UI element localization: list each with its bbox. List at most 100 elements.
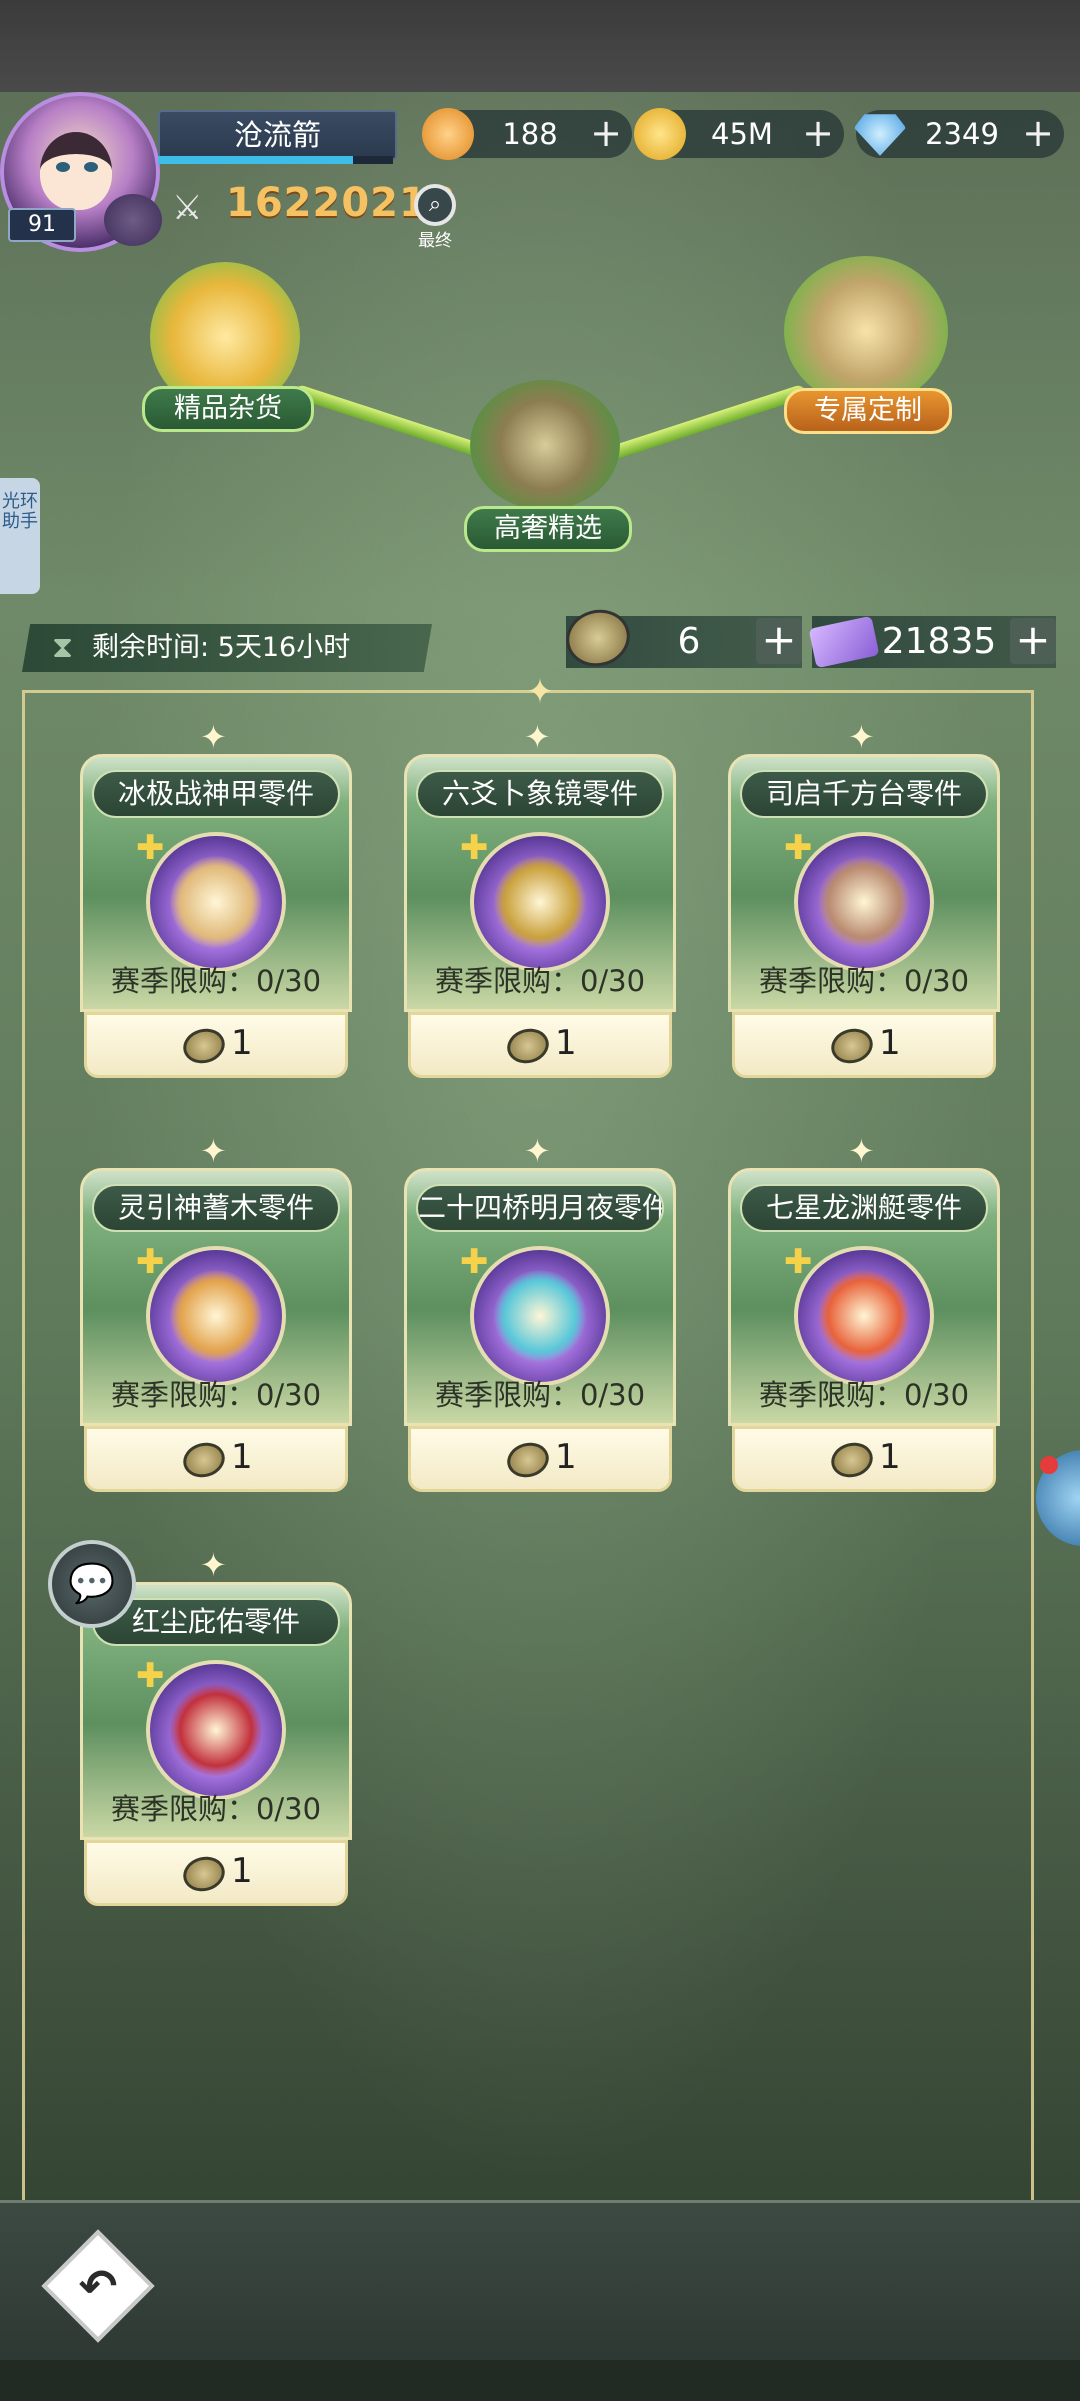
chat-button[interactable]: 💬 (48, 1540, 136, 1628)
notification-dot (1040, 1456, 1058, 1474)
buy-button[interactable]: 1 (732, 1426, 996, 1492)
puzzle-piece-icon: ✚ (460, 1242, 489, 1282)
medal-coin-icon (179, 1438, 229, 1482)
category-label: 精品杂货 (142, 386, 314, 432)
remaining-time-text: 剩余时间: 5天16小时 (92, 632, 351, 663)
shop-coin-value: 6 (677, 621, 701, 662)
back-arrow-icon: ↶ (78, 2259, 118, 2313)
shop-item-card[interactable]: ✦ 六爻卜象镜零件 ✚ 赛季限购：0/30 1 (404, 718, 676, 1092)
shop-ticket-value: 21835 (881, 621, 997, 662)
sparkle-icon: ✦ (524, 1132, 551, 1170)
puzzle-piece-icon: ✚ (136, 1242, 165, 1282)
shop-item-card[interactable]: ✦ 司启千方台零件 ✚ 赛季限购：0/30 1 (728, 718, 1000, 1092)
puzzle-piece-icon: ✚ (460, 828, 489, 868)
bottom-bar (0, 2200, 1080, 2363)
currency-value: 2349 (925, 117, 999, 151)
item-icon (146, 1660, 286, 1800)
purchase-limit: 赛季限购：0/30 (110, 964, 322, 998)
buy-button[interactable]: 1 (408, 1012, 672, 1078)
shop-item-card[interactable]: ✦ 红尘庇佑零件 ✚ 赛季限购：0/30 1 (80, 1546, 352, 1920)
item-icon (470, 1246, 610, 1386)
item-name: 六爻卜象镜零件 (416, 770, 664, 818)
add-diamond-button[interactable]: + (1020, 114, 1056, 152)
item-art-icon (818, 1270, 910, 1362)
medal-coin-icon (559, 602, 637, 674)
side-helper-tab[interactable]: 光环助手 (0, 478, 40, 594)
exp-bar-fill (158, 156, 354, 164)
navigation-strip (0, 2360, 1080, 2401)
star-coin-icon (470, 380, 620, 510)
armor-icon (784, 256, 948, 406)
sparkle-icon: ✦ (200, 718, 227, 756)
status-bar (0, 0, 1080, 92)
item-name: 灵引神蓍木零件 (92, 1184, 340, 1232)
shop-item-card[interactable]: ✦ 冰极战神甲零件 ✚ 赛季限购：0/30 1 (80, 718, 352, 1092)
add-orange-button[interactable]: + (588, 114, 624, 152)
shop-coin-counter: 6 + (559, 602, 802, 674)
final-search-button[interactable]: ⌕ 最终 (410, 184, 460, 251)
item-price: 1 (879, 1437, 901, 1477)
item-name: 司启千方台零件 (740, 770, 988, 818)
puzzle-piece-icon: ✚ (784, 828, 813, 868)
sparkle-icon: ✦ (200, 1546, 227, 1584)
puzzle-piece-icon: ✚ (784, 1242, 813, 1282)
item-price: 1 (555, 1023, 577, 1063)
item-art-icon (170, 856, 262, 948)
item-icon (470, 832, 610, 972)
item-art-icon (818, 856, 910, 948)
orange-token-icon (422, 108, 474, 160)
player-level: 91 (8, 208, 76, 242)
sparkle-icon: ✦ (848, 1132, 875, 1170)
add-shop-coin-button[interactable]: + (756, 618, 802, 664)
currency-value: 45M (711, 117, 773, 151)
medal-coin-icon (179, 1024, 229, 1068)
buy-button[interactable]: 1 (84, 1840, 348, 1906)
floating-assistant-button[interactable] (1036, 1450, 1080, 1546)
item-art-icon (494, 1270, 586, 1362)
buy-button[interactable]: 1 (84, 1012, 348, 1078)
purple-ticket-icon (808, 615, 880, 669)
sparkle-icon: ✦ (524, 718, 551, 756)
back-button[interactable]: ↶ (40, 2228, 156, 2344)
item-name: 七星龙渊艇零件 (740, 1184, 988, 1232)
sparkle-icon: ✦ (848, 718, 875, 756)
avatar-face (40, 132, 112, 210)
avatar-eye-icon (56, 162, 70, 172)
item-art-icon (494, 856, 586, 948)
category-label: 高奢精选 (464, 506, 632, 552)
shop-item-card[interactable]: ✦ 七星龙渊艇零件 ✚ 赛季限购：0/30 1 (728, 1132, 1000, 1506)
crossed-swords-icon: ⚔ (172, 188, 203, 228)
purchase-limit: 赛季限购：0/30 (434, 1378, 646, 1412)
item-icon (794, 832, 934, 972)
shop-item-card[interactable]: ✦ 二十四桥明月夜零件 ✚ 赛季限购：0/30 1 (404, 1132, 676, 1506)
item-icon (794, 1246, 934, 1386)
add-gold-button[interactable]: + (800, 114, 836, 152)
sparkle-icon: ✦ (200, 1132, 227, 1170)
diamond-icon (854, 114, 906, 156)
avatar-eye-icon (84, 162, 98, 172)
add-ticket-button[interactable]: + (1010, 618, 1056, 664)
puzzle-piece-icon: ✚ (136, 1656, 165, 1696)
puzzle-piece-icon: ✚ (136, 828, 165, 868)
final-label: 最终 (418, 231, 452, 251)
item-art-icon (170, 1270, 262, 1362)
buy-button[interactable]: 1 (732, 1012, 996, 1078)
item-icon (146, 832, 286, 972)
player-name: 沧流箭 (158, 110, 397, 160)
purchase-limit: 赛季限购：0/30 (758, 1378, 970, 1412)
shop-item-card[interactable]: ✦ 灵引神蓍木零件 ✚ 赛季限购：0/30 1 (80, 1132, 352, 1506)
currency-gold: 45M + (634, 108, 844, 160)
item-price: 1 (231, 1437, 253, 1477)
purchase-limit: 赛季限购：0/30 (434, 964, 646, 998)
item-art-icon (170, 1684, 262, 1776)
buy-button[interactable]: 1 (408, 1426, 672, 1492)
category-connector (292, 383, 498, 463)
category-connector (602, 383, 808, 463)
item-price: 1 (879, 1023, 901, 1063)
medal-coin-icon (503, 1024, 553, 1068)
currency-value: 188 (502, 117, 558, 151)
chat-bubble-icon: 💬 (68, 1561, 116, 1605)
buy-button[interactable]: 1 (84, 1426, 348, 1492)
category-label: 专属定制 (784, 388, 952, 434)
item-price: 1 (231, 1851, 253, 1891)
